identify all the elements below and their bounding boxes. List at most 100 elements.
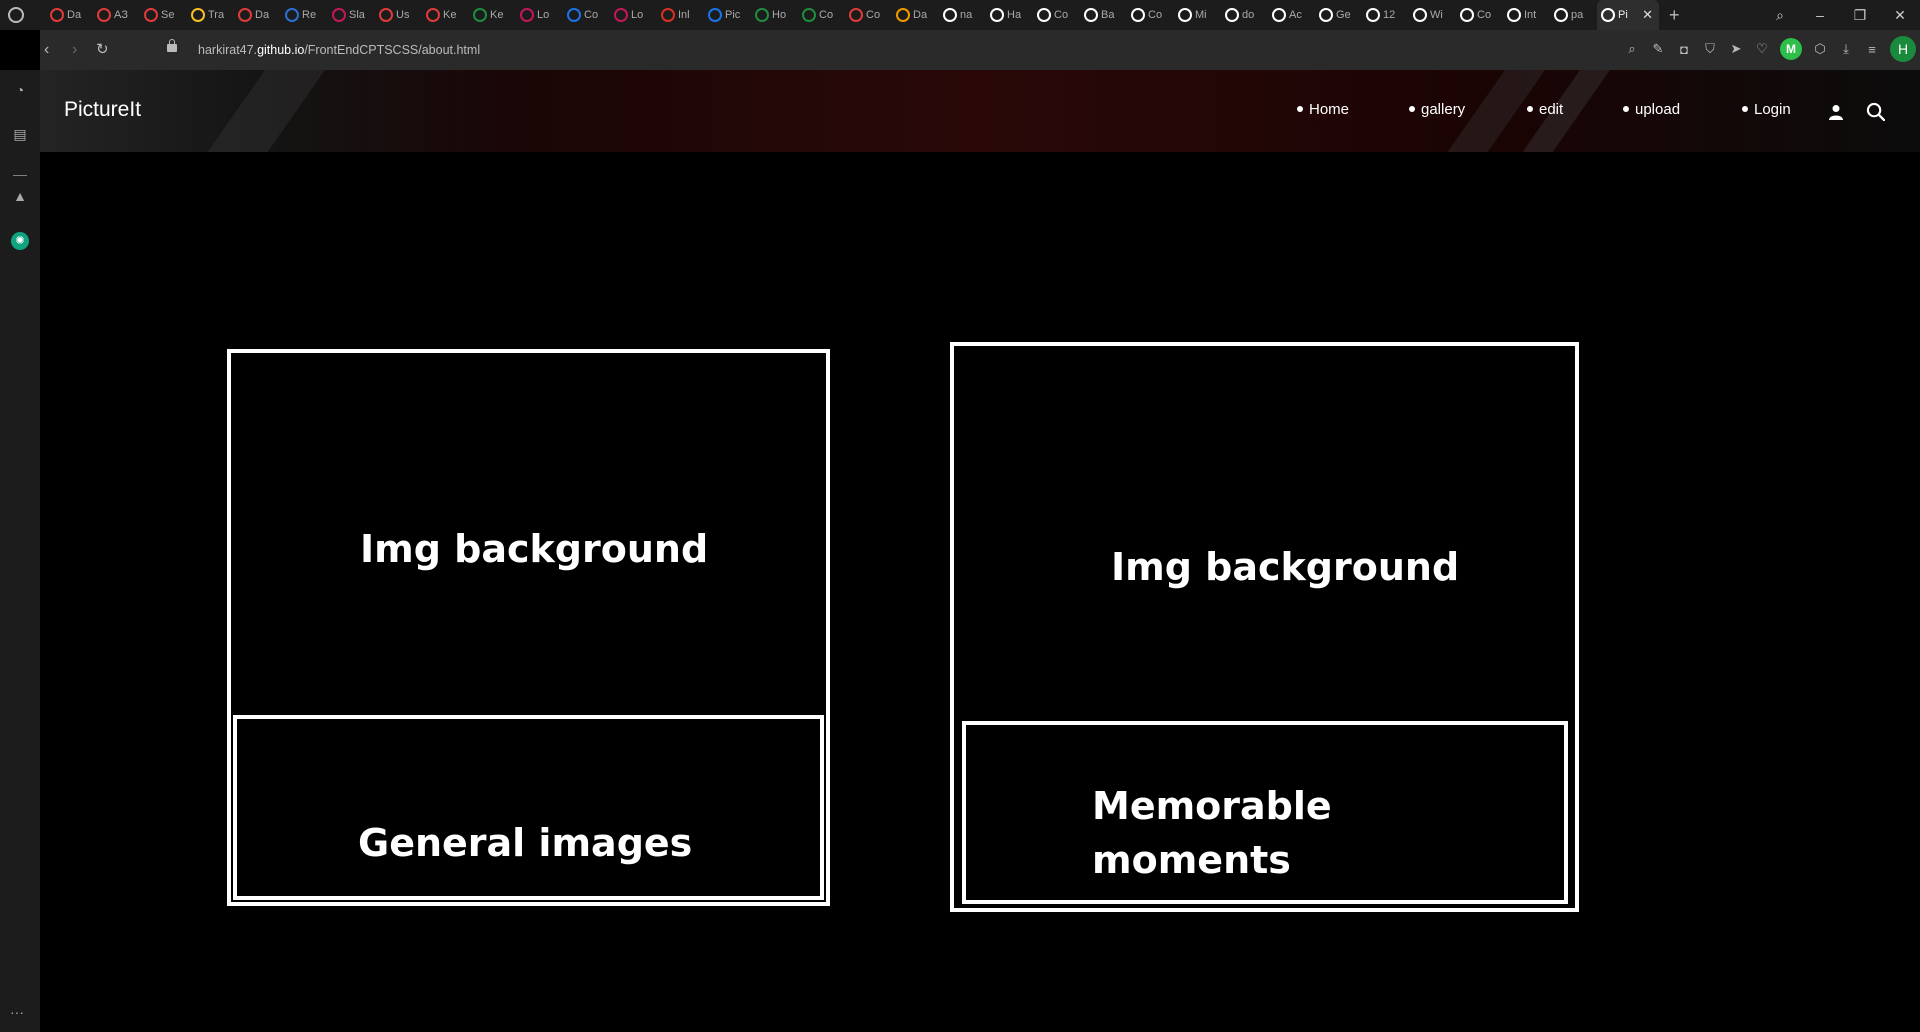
browser-tab[interactable]: Ha xyxy=(986,0,1033,30)
tab-favicon-icon xyxy=(1366,8,1380,22)
extension-m-icon[interactable]: M xyxy=(1780,38,1802,60)
tab-favicon-icon xyxy=(755,8,769,22)
tab-label: Co xyxy=(819,9,834,21)
browser-tab[interactable]: Ho xyxy=(751,0,798,30)
browser-tab[interactable]: Da xyxy=(46,0,93,30)
tab-search-icon[interactable]: ⌕ xyxy=(1760,7,1800,24)
browser-tab[interactable]: Lo xyxy=(516,0,563,30)
tab-favicon-icon xyxy=(191,8,205,22)
browser-tab[interactable]: Ac xyxy=(1268,0,1315,30)
tab-favicon-icon xyxy=(97,8,111,22)
address-bar[interactable]: harkirat47.github.io/FrontEndCPTSCSS/abo… xyxy=(198,43,480,57)
browser-tab[interactable]: Lo xyxy=(610,0,657,30)
tab-label: Lo xyxy=(537,9,550,21)
tab-label: Inl xyxy=(678,9,690,21)
tab-favicon-icon xyxy=(1413,8,1427,22)
tab-favicon-icon xyxy=(1272,8,1286,22)
browser-tab[interactable]: na xyxy=(939,0,986,30)
user-icon[interactable] xyxy=(1828,104,1844,120)
sidebar-more-icon[interactable]: ··· xyxy=(10,1004,24,1020)
browser-tab[interactable]: Se xyxy=(140,0,187,30)
edit-icon[interactable]: ✎ xyxy=(1650,41,1666,57)
browser-tab[interactable]: Pic xyxy=(704,0,751,30)
window-controls: ⌕ – ❐ ✕ xyxy=(1760,0,1920,30)
back-button[interactable]: ‹ xyxy=(44,41,49,59)
tab-favicon-icon xyxy=(943,8,957,22)
browser-tab[interactable]: Co xyxy=(1033,0,1080,30)
minimize-button[interactable]: – xyxy=(1800,7,1840,23)
browser-tab[interactable]: Co xyxy=(845,0,892,30)
tab-favicon-icon xyxy=(1131,8,1145,22)
browser-toolbar: ‹ › ↻ harkirat47.github.io/FrontEndCPTSC… xyxy=(40,30,1920,70)
browser-tab[interactable]: Wi xyxy=(1409,0,1456,30)
new-tab-button[interactable]: + xyxy=(1669,5,1680,26)
browser-tab[interactable]: do xyxy=(1221,0,1268,30)
browser-tab[interactable]: Tra xyxy=(187,0,234,30)
download-icon[interactable]: ⤓ xyxy=(1838,41,1854,57)
browser-tab[interactable]: Int xyxy=(1503,0,1550,30)
tab-favicon-icon xyxy=(1319,8,1333,22)
easy-setup-icon[interactable]: ≡ xyxy=(1864,42,1880,57)
tab-label: Co xyxy=(866,9,881,21)
tab-favicon-icon xyxy=(990,8,1004,22)
browser-tab[interactable]: Ba xyxy=(1080,0,1127,30)
reload-button[interactable]: ↻ xyxy=(96,40,109,58)
browser-tab[interactable]: Us xyxy=(375,0,422,30)
browser-tab[interactable]: Re xyxy=(281,0,328,30)
lock-icon xyxy=(167,39,177,52)
tab-favicon-icon xyxy=(379,8,393,22)
card-caption-box: Memorable moments xyxy=(962,721,1568,904)
browser-tab[interactable]: Ke xyxy=(422,0,469,30)
search-icon[interactable] xyxy=(1866,102,1885,121)
heart-icon[interactable]: ♡ xyxy=(1754,41,1770,57)
browser-tab[interactable]: Da xyxy=(234,0,281,30)
site-logo[interactable]: PictureIt xyxy=(64,98,141,122)
tab-label: Pic xyxy=(725,9,741,21)
browser-tab[interactable]: 12 xyxy=(1362,0,1409,30)
nav-upload[interactable]: upload xyxy=(1623,101,1680,118)
chatgpt-icon[interactable]: ✺ xyxy=(11,232,29,250)
browser-tab[interactable]: AЗ xyxy=(93,0,140,30)
tab-favicon-icon xyxy=(1507,8,1521,22)
nav-home[interactable]: Home xyxy=(1297,101,1349,118)
browser-tab[interactable]: Co xyxy=(1456,0,1503,30)
forward-button[interactable]: › xyxy=(72,41,77,59)
nav-login[interactable]: Login xyxy=(1742,101,1791,118)
nav-edit[interactable]: edit xyxy=(1527,101,1563,118)
browser-tab-active[interactable]: Pi ✕ xyxy=(1597,0,1659,30)
browser-tab[interactable]: Ge xyxy=(1315,0,1362,30)
speed-dial-icon[interactable]: ◔ xyxy=(10,80,30,100)
profile-avatar[interactable]: H xyxy=(1890,36,1916,62)
close-tab-icon[interactable]: ✕ xyxy=(1642,7,1653,23)
workspace-icon[interactable]: ▤ xyxy=(10,124,30,144)
browser-tab[interactable]: Co xyxy=(1127,0,1174,30)
card-general-images[interactable]: Img background General images xyxy=(227,349,830,906)
restore-button[interactable]: ❐ xyxy=(1840,7,1880,24)
browser-tab[interactable]: pa xyxy=(1550,0,1597,30)
browser-tab[interactable]: Mi xyxy=(1174,0,1221,30)
browser-tab[interactable]: Da xyxy=(892,0,939,30)
browser-tab[interactable]: Sla xyxy=(328,0,375,30)
tab-label: Ge xyxy=(1336,9,1351,21)
aria-icon[interactable]: ▲ xyxy=(10,186,30,206)
browser-tab[interactable]: Inl xyxy=(657,0,704,30)
tab-label: Int xyxy=(1524,9,1537,21)
browser-tab[interactable]: Co xyxy=(798,0,845,30)
browser-tab[interactable]: Ke xyxy=(469,0,516,30)
tab-label: Ke xyxy=(443,9,457,21)
browser-tab[interactable]: Co xyxy=(563,0,610,30)
close-window-button[interactable]: ✕ xyxy=(1880,7,1920,24)
url-prefix: harkirat47. xyxy=(198,43,258,57)
shield-icon[interactable]: ⛉ xyxy=(1702,41,1718,57)
card-memorable-moments[interactable]: Img background Memorable moments xyxy=(950,342,1579,912)
cube-icon[interactable]: ⬡ xyxy=(1812,41,1828,57)
tab-label: Da xyxy=(913,9,928,21)
send-icon[interactable]: ➤ xyxy=(1728,41,1744,57)
nav-gallery[interactable]: gallery xyxy=(1409,101,1465,118)
tab-label: Ba xyxy=(1101,9,1115,21)
browser-sidebar: ◔ ▤ — ▲ ✺ ··· xyxy=(0,70,40,1032)
tab-favicon-icon xyxy=(332,8,346,22)
zoom-search-icon[interactable]: ⌕ xyxy=(1624,41,1640,57)
camera-icon[interactable]: ◘ xyxy=(1676,42,1692,57)
opera-menu-icon[interactable] xyxy=(8,7,24,23)
